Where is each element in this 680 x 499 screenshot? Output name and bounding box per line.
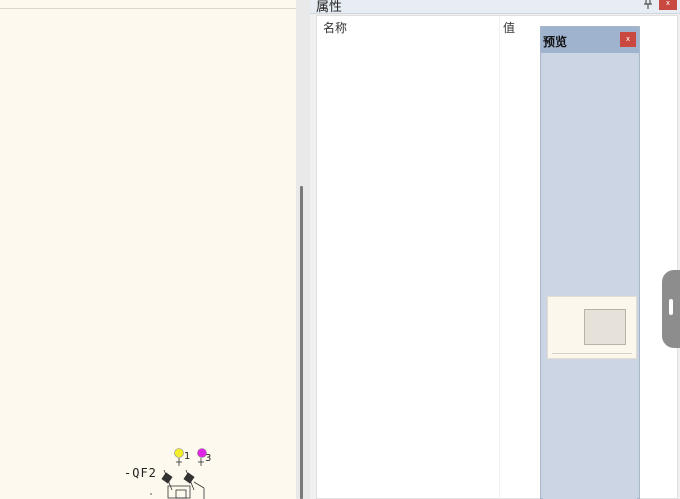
column-divider	[499, 16, 500, 499]
scrollbar-thumb[interactable]	[300, 186, 303, 499]
pin-icon[interactable]	[643, 0, 653, 13]
page-thumbnail[interactable]	[547, 296, 637, 359]
terminal-3-label: 3	[205, 453, 211, 464]
panel-header: 属性 x	[310, 0, 680, 15]
preview-close-icon[interactable]: x	[620, 32, 636, 47]
thumbnail-frame	[584, 309, 626, 345]
drawing-canvas[interactable]: -QF2 1 3	[0, 0, 296, 499]
panel-title: 属性	[316, 0, 343, 15]
side-panel-handle[interactable]	[662, 270, 680, 348]
app-root: -QF2 1 3 ▷	[0, 0, 680, 499]
column-header-value: 值	[503, 21, 516, 35]
preview-body	[543, 53, 637, 499]
breaker-symbol[interactable]: 1 3	[0, 0, 296, 499]
thumbnail-titleblock-line	[552, 353, 632, 354]
preview-window: 预览 x	[540, 26, 640, 499]
preview-title: 预览	[543, 35, 568, 49]
handle-grip-icon	[669, 299, 673, 315]
terminal-1-label: 1	[184, 451, 190, 462]
column-header-name: 名称	[323, 21, 348, 35]
close-icon[interactable]: x	[659, 0, 677, 10]
canvas-scrollbar[interactable]	[296, 0, 310, 499]
preview-header: 预览 x	[541, 27, 639, 53]
terminal-1-marker	[174, 448, 184, 458]
